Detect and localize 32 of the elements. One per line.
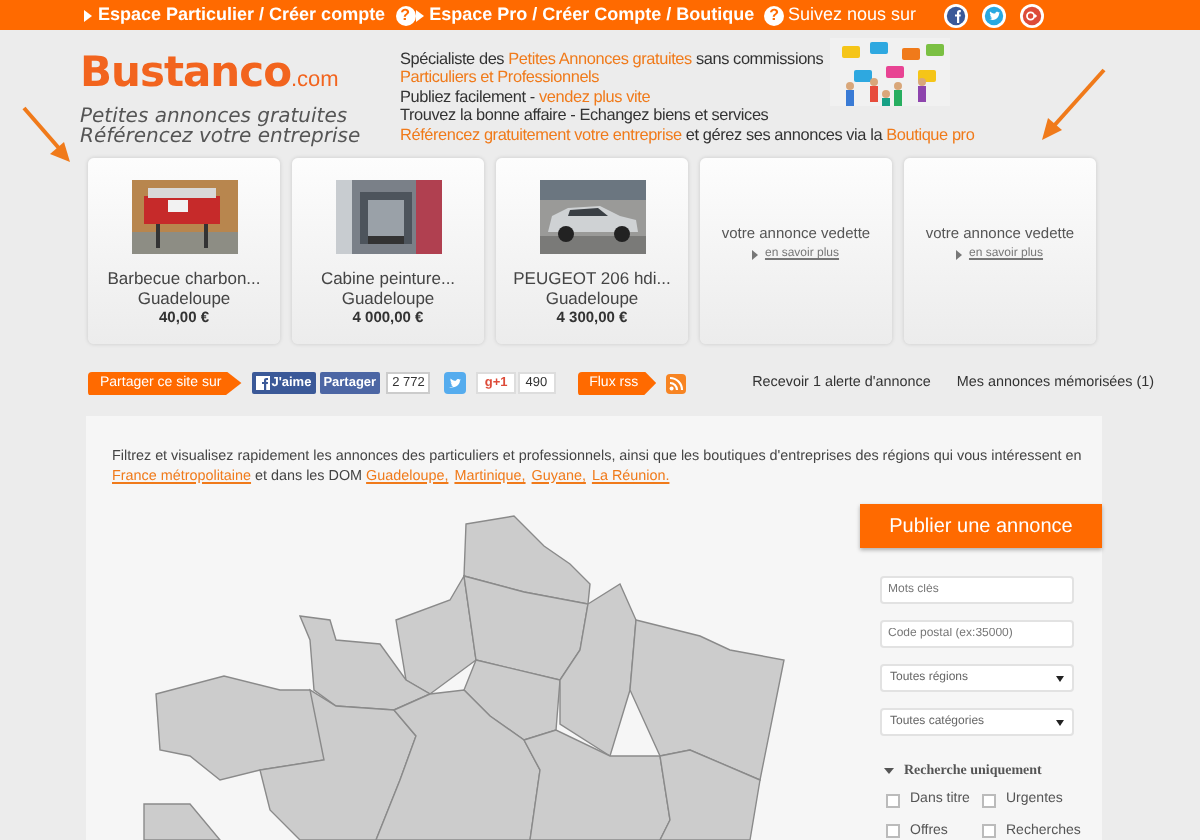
tagline-text: Spécialiste des Petites Annonces gratuites sans commissions bbox=[400, 50, 826, 69]
tagline: Petites annonces gratuites bbox=[80, 107, 348, 127]
checkbox[interactable] bbox=[886, 793, 900, 808]
caret-icon bbox=[956, 250, 963, 260]
caret-icon bbox=[752, 250, 759, 260]
tagline-text: Référencez gratuitement votre entreprise et gérez ses annonces via la Boutique pro bbox=[400, 125, 977, 145]
twitter-icon[interactable] bbox=[444, 372, 467, 394]
checkbox[interactable] bbox=[886, 824, 900, 839]
tagline: Référencez votre entreprise bbox=[80, 127, 363, 147]
arrow-icon bbox=[20, 106, 72, 164]
tagline-text: Publiez facilement - vendez plus vite bbox=[400, 87, 653, 107]
twitter-icon[interactable] bbox=[982, 3, 1006, 27]
listing-title[interactable]: Barbecue charbon... bbox=[107, 268, 261, 288]
listing-title[interactable]: Cabine peinture... bbox=[320, 268, 456, 288]
caret-icon[interactable] bbox=[884, 765, 894, 776]
facebook-icon[interactable] bbox=[944, 3, 968, 27]
listing-location: Guadeloupe bbox=[545, 288, 639, 308]
checkbox[interactable] bbox=[982, 793, 996, 808]
dropdown-arrow-icon bbox=[1056, 675, 1064, 681]
listing-location: Guadeloupe bbox=[341, 288, 435, 308]
dropdown-arrow-icon bbox=[1056, 719, 1064, 725]
follow-label: Suivez nous sur bbox=[787, 1, 916, 28]
tagline-text: Trouvez la bonne affaire - Echangez biens et services bbox=[400, 106, 771, 126]
listing-location: Guadeloupe bbox=[137, 288, 231, 308]
checkbox[interactable] bbox=[982, 824, 996, 839]
facebook-icon bbox=[255, 376, 270, 390]
map-drawing[interactable] bbox=[143, 515, 785, 840]
tagline-text: Particuliers et Professionnels bbox=[400, 68, 602, 88]
caret-icon bbox=[84, 9, 92, 21]
arrow-icon bbox=[1036, 68, 1108, 142]
rss-icon[interactable] bbox=[666, 373, 687, 393]
listing-title[interactable]: PEUGEOT 206 hdi... bbox=[513, 268, 671, 288]
